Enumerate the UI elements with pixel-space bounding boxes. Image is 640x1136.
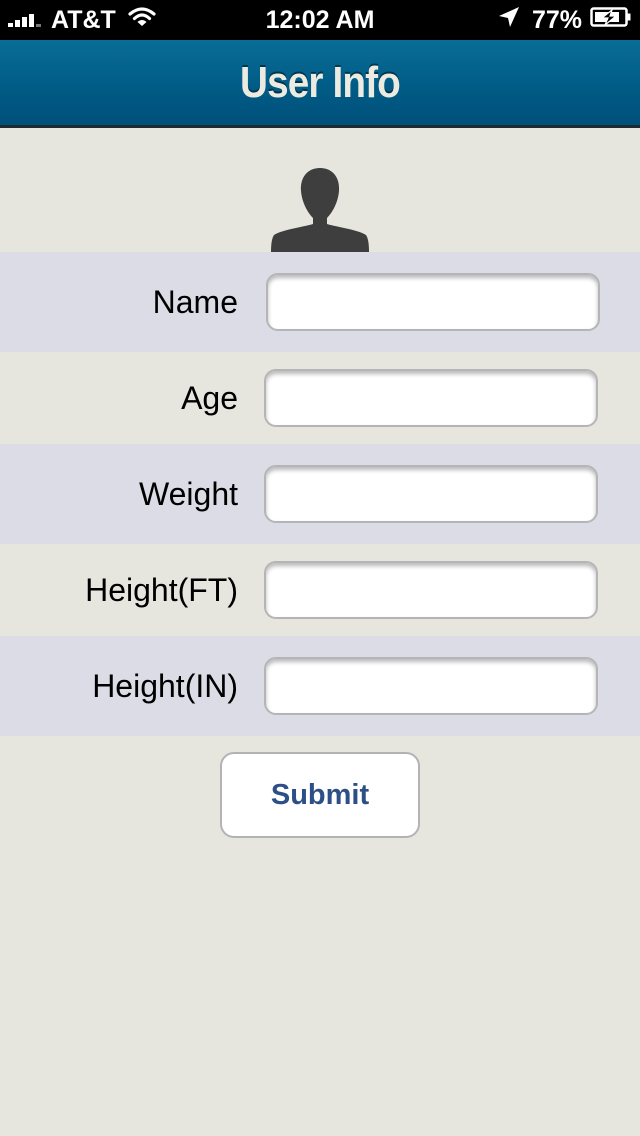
form-row-height-in: Height(IN) <box>0 636 640 736</box>
carrier-name: AT&T <box>51 5 116 34</box>
battery-charging-icon <box>590 6 632 35</box>
status-left: AT&T <box>8 0 156 40</box>
name-input[interactable] <box>266 273 600 331</box>
weight-label: Weight <box>138 475 238 512</box>
form-row-weight: Weight <box>0 444 640 544</box>
height-ft-label: Height(FT) <box>85 571 238 608</box>
height-in-input[interactable] <box>264 657 598 715</box>
user-silhouette-icon <box>270 166 370 252</box>
weight-input[interactable] <box>264 465 598 523</box>
status-right: 77% <box>498 0 632 40</box>
signal-icon <box>8 13 43 27</box>
status-bar: 12:02 AM AT&T 77% <box>0 0 640 40</box>
age-input[interactable] <box>264 369 598 427</box>
location-icon <box>498 6 520 35</box>
height-in-label: Height(IN) <box>92 667 238 704</box>
form-row-name: Name <box>0 252 640 352</box>
submit-button[interactable]: Submit <box>220 752 420 838</box>
name-label: Name <box>152 283 238 320</box>
battery-percentage: 77% <box>531 5 582 34</box>
age-label: Age <box>181 379 238 416</box>
wifi-icon <box>128 6 156 35</box>
height-ft-input[interactable] <box>264 561 598 619</box>
form-row-age: Age <box>0 352 640 444</box>
navigation-bar: User Info <box>0 40 640 128</box>
page-title: User Info <box>240 58 401 107</box>
form-row-height-ft: Height(FT) <box>0 544 640 636</box>
